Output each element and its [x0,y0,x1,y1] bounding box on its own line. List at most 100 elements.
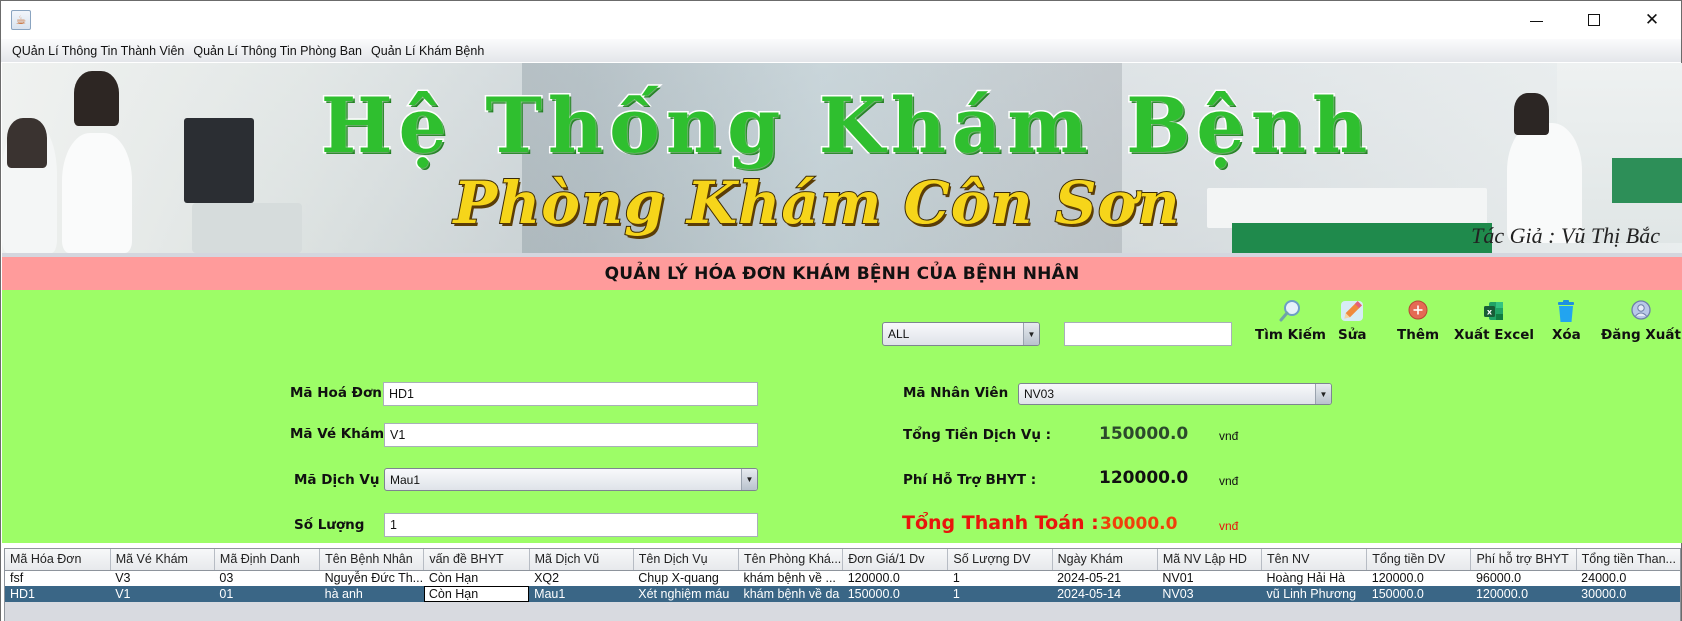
table-cell[interactable]: Hoàng Hải Hà [1261,570,1367,586]
table-cell[interactable]: 120000.0 [1470,586,1577,602]
column-header[interactable]: Mã NV Lập HD [1157,549,1263,571]
table-cell[interactable]: XQ2 [529,570,634,586]
close-icon: ✕ [1644,10,1660,30]
minimize-button[interactable] [1507,1,1565,39]
table-cell[interactable]: 96000.0 [1470,570,1577,586]
ma-nhan-vien-value: NV03 [1024,387,1055,401]
column-header[interactable]: Mã Vé Khám [110,549,215,571]
column-header[interactable]: Tổng tiền Than... [1576,549,1680,571]
chevron-down-icon[interactable]: ▼ [1315,384,1331,404]
search-input[interactable] [1064,322,1232,346]
table-cell[interactable]: 120000.0 [842,570,948,586]
ma-dich-vu-select[interactable]: Mau1 ▼ [384,468,758,491]
table-cell[interactable]: 150000.0 [1366,586,1471,602]
table-cell[interactable]: Nguyễn Đức Th... [319,570,424,586]
tong-tien-dich-vu-unit: vnđ [1219,429,1239,443]
table-cell[interactable]: khám bệnh về da [738,586,843,602]
column-header[interactable]: Đơn Giá/1 Dv [842,549,949,571]
column-header[interactable]: Tên NV [1261,549,1368,571]
table-cell[interactable]: 150000.0 [842,586,948,602]
invoice-table[interactable]: Mã Hóa Đơn Mã Vé Khám Mã Định Danh Tên Bệnh… [4,548,1681,621]
column-header[interactable]: Tổng tiền DV [1366,549,1472,571]
column-header[interactable]: Tên Bệnh Nhân [319,549,425,571]
minimize-icon [1529,20,1543,22]
table-cell[interactable]: Còn Hạn [423,586,530,602]
add-button[interactable]: Thêm [1397,298,1439,343]
search-button[interactable]: Tìm Kiếm [1255,298,1326,343]
column-header[interactable]: Mã Định Danh [214,549,321,571]
menu-quan-li-kham-benh[interactable]: Quản Lí Khám Bệnh [370,44,485,58]
export-excel-button[interactable]: x Xuất Excel [1454,298,1534,343]
column-header[interactable]: Tên Dịch Vụ [633,549,739,571]
menu-quan-li-thanh-vien[interactable]: QUản Lí Thông Tin Thành Viên [11,44,185,58]
menu-quan-li-phong-ban[interactable]: Quản Lí Thông Tin Phòng Ban [192,44,363,58]
table-cell[interactable]: 30000.0 [1576,586,1680,602]
table-cell[interactable]: 120000.0 [1366,570,1471,586]
column-header[interactable]: Số Lượng DV [947,549,1053,571]
section-title: QUẢN LÝ HÓA ĐƠN KHÁM BỆNH CỦA BỆNH NHÂN [604,263,1080,284]
table-cell[interactable]: fsf [5,570,111,586]
table-row[interactable]: HD1 V1 01 hà anh Còn Hạn Mau1 Xét nghiệm máu kh… [5,586,1680,602]
table-cell[interactable]: hà anh [319,586,424,602]
search-icon [1277,298,1303,324]
pencil-icon [1339,298,1365,324]
ma-ve-kham-label: Mã Vé Khám [290,426,385,442]
edit-button[interactable]: Sửa [1338,298,1366,343]
ma-dich-vu-value: Mau1 [390,472,421,487]
banner-photo-counter-base [1232,223,1492,253]
table-cell[interactable]: 24000.0 [1576,570,1680,586]
app-window: ☕ ✕ QUản Lí Thông Tin Thành Viên Quản Lí… [0,0,1682,621]
column-header[interactable]: Tên Phòng Khá... [738,549,844,571]
maximize-button[interactable] [1565,1,1623,39]
phi-ho-tro-bhyt-value: 120000.0 [1099,468,1189,488]
delete-button[interactable]: Xóa [1552,298,1581,343]
table-cell[interactable]: Xét nghiệm máu [633,586,739,602]
table-cell[interactable]: Mau1 [529,586,634,602]
phi-ho-tro-bhyt-unit: vnđ [1219,474,1239,488]
table-cell[interactable]: NV03 [1157,586,1262,602]
logout-button[interactable]: Đăng Xuất [1601,298,1681,343]
table-cell[interactable]: 1 [947,586,1053,602]
so-luong-input[interactable] [384,513,758,537]
table-cell[interactable]: 2024-05-21 [1052,570,1158,586]
table-cell[interactable]: vũ Linh Phương [1261,586,1367,602]
chevron-down-icon[interactable]: ▼ [1023,323,1039,345]
table-cell[interactable]: V1 [110,586,215,602]
table-cell[interactable]: Chụp X-quang [633,570,739,586]
column-header[interactable]: Phí hỗ trợ BHYT [1470,549,1577,571]
java-app-icon[interactable]: ☕ [11,10,31,30]
column-header[interactable]: Mã Hóa Đơn [5,549,111,571]
close-button[interactable]: ✕ [1623,1,1681,39]
add-button-label: Thêm [1397,327,1440,343]
column-header[interactable]: Mã Dịch Vũ [529,549,634,571]
table-cell[interactable]: 2024-05-14 [1052,586,1158,602]
table-cell[interactable]: NV01 [1157,570,1262,586]
column-header[interactable]: Ngày Khám [1052,549,1158,571]
ma-ve-kham-input[interactable] [384,423,758,447]
tong-thanh-toan-unit: vnđ [1219,519,1239,533]
table-cell[interactable]: 03 [214,570,320,586]
maximize-icon [1588,14,1600,26]
table-cell[interactable]: Còn Hạn [423,570,530,586]
table-cell[interactable]: HD1 [5,586,111,602]
banner-image: Hệ Thống Khám Bệnh Phòng Khám Côn Sơn Tá… [2,63,1682,253]
banner-photo-equipment [192,203,302,253]
edit-button-label: Sửa [1338,327,1367,343]
excel-icon: x [1481,298,1507,324]
table-cell[interactable]: V3 [110,570,215,586]
section-header: QUẢN LÝ HÓA ĐƠN KHÁM BỆNH CỦA BỆNH NHÂN [2,257,1682,290]
ma-nhan-vien-select[interactable]: NV03 ▼ [1018,383,1332,405]
table-cell[interactable]: 1 [947,570,1053,586]
ma-hoa-don-input[interactable] [383,382,758,406]
table-cell[interactable]: khám bệnh về ... [738,570,843,586]
ma-dich-vu-label: Mã Dịch Vụ [294,472,380,488]
column-header[interactable]: vấn đề BHYT [423,549,530,571]
table-cell[interactable]: 01 [214,586,320,602]
search-button-label: Tìm Kiếm [1255,327,1326,343]
chevron-down-icon[interactable]: ▼ [741,469,757,490]
table-row[interactable]: fsf V3 03 Nguyễn Đức Th... Còn Hạn XQ2 Chụp X-… [5,570,1680,586]
logout-button-label: Đăng Xuất [1601,327,1681,343]
search-filter-select[interactable]: ALL ▼ [882,322,1040,346]
phi-ho-tro-bhyt-label: Phí Hỗ Trợ BHYT : [903,472,1037,488]
tong-thanh-toan-value: 30000.0 [1100,514,1178,534]
